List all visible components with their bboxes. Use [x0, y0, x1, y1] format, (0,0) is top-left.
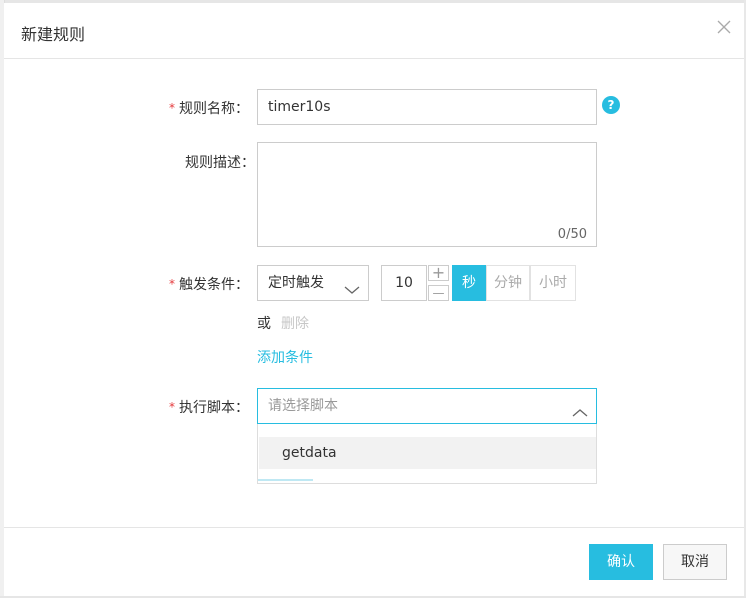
trigger-label: * 触发条件：: [169, 277, 249, 293]
chevron-down-icon: [344, 276, 360, 294]
help-icon[interactable]: ?: [602, 96, 620, 114]
cancel-button[interactable]: 取消: [663, 544, 727, 580]
footer-divider: [4, 527, 744, 528]
interval-input[interactable]: 10: [381, 265, 427, 301]
trigger-type-select[interactable]: 定时触发: [257, 265, 369, 301]
required-mark: *: [169, 101, 175, 115]
required-mark: *: [169, 400, 175, 414]
script-option[interactable]: getdata: [259, 437, 596, 469]
chevron-up-icon: [572, 399, 588, 417]
delete-condition-link[interactable]: 删除: [281, 313, 309, 333]
increment-button[interactable]: +: [428, 265, 449, 281]
unit-seconds-button[interactable]: 秒: [452, 265, 486, 301]
rule-name-label: * 规则名称：: [169, 101, 249, 117]
new-rule-dialog: 新建规则 * 规则名称： timer10s ? 规则描述： 0/50 * 触发条件：…: [4, 3, 744, 596]
add-condition-link[interactable]: 添加条件: [257, 347, 313, 367]
unit-hours-button[interactable]: 小时: [530, 265, 576, 301]
rule-description-textarea[interactable]: 0/50: [257, 142, 597, 247]
rule-description-label: 规则描述：: [185, 155, 255, 171]
required-mark: *: [169, 277, 175, 291]
unit-minutes-button[interactable]: 分钟: [486, 265, 530, 301]
trigger-type-value: 定时触发: [268, 275, 324, 291]
script-placeholder: 请选择脚本: [268, 398, 338, 414]
decrement-button[interactable]: —: [428, 285, 449, 301]
close-icon[interactable]: [716, 19, 732, 35]
hidden-link-peek: [258, 476, 313, 482]
dialog-title: 新建规则: [21, 25, 86, 44]
rule-name-input[interactable]: timer10s: [257, 89, 597, 125]
or-text: 或: [257, 316, 271, 332]
script-dropdown: getdata: [257, 424, 597, 484]
header-divider: [4, 58, 744, 59]
script-label: * 执行脚本：: [169, 400, 249, 416]
confirm-button[interactable]: 确认: [589, 544, 653, 580]
script-select[interactable]: 请选择脚本: [257, 388, 597, 424]
char-counter: 0/50: [557, 227, 587, 242]
